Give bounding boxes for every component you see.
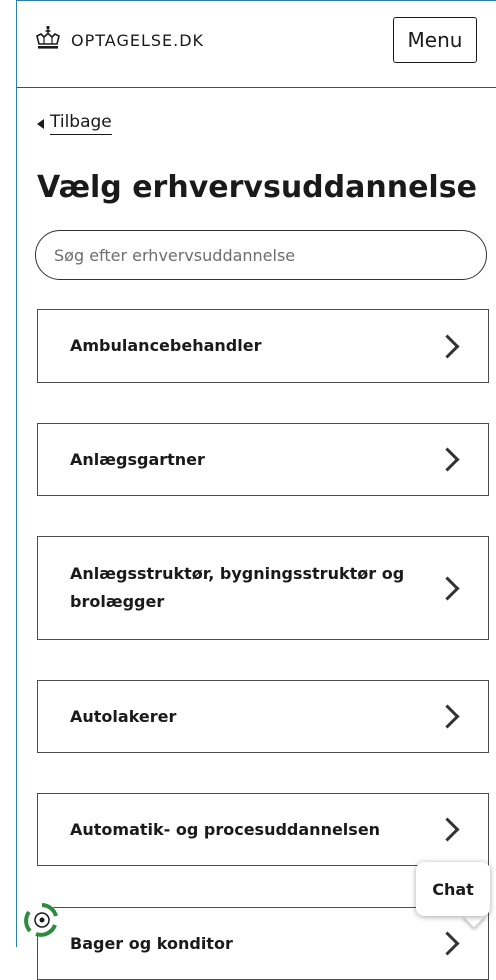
back-link-label: Tilbage [50, 112, 112, 135]
site-logo-link[interactable]: OPTAGELSE.DK [35, 25, 204, 55]
back-link[interactable]: Tilbage [37, 112, 112, 135]
logo-text: OPTAGELSE.DK [71, 30, 205, 50]
chevron-right-icon [435, 333, 460, 359]
recycle-icon[interactable] [22, 900, 62, 940]
chevron-right-icon [435, 447, 460, 472]
frame-border-left [16, 0, 17, 947]
list-item-anlaegsgartner[interactable]: Anlægsgartner [37, 423, 489, 496]
list-item-bager[interactable]: Bager og konditor [37, 907, 489, 980]
page-title: Vælg erhvervsuddannelse [37, 170, 477, 205]
back-arrow-icon [37, 118, 44, 129]
list-item-label: Bager og konditor [70, 933, 233, 953]
site-header: OPTAGELSE.DK Menu [17, 1, 496, 88]
chevron-right-icon [435, 817, 460, 842]
list-item-label: Autolakerer [70, 706, 177, 726]
menu-button[interactable]: Menu [393, 17, 477, 63]
chevron-right-icon [435, 931, 460, 956]
list-item-label: Automatik- og procesuddannelsen [70, 819, 381, 839]
crown-icon [35, 25, 61, 55]
list-item-label: Anlægsstruktør, bygningsstruktør og brol… [70, 564, 405, 611]
list-item-anlaegsstruktoer[interactable]: Anlægsstruktør, bygningsstruktør og brol… [37, 536, 489, 640]
search-input[interactable]: Søg efter erhvervsuddannelse [35, 230, 487, 280]
list-item-label: Anlægsgartner [70, 449, 205, 469]
chevron-right-icon [435, 704, 460, 729]
list-item-ambulancebehandler[interactable]: Ambulancebehandler [37, 309, 489, 383]
list-item-label: Ambulancebehandler [70, 336, 262, 355]
list-item-automatik[interactable]: Automatik- og procesuddannelsen [37, 793, 489, 866]
chevron-right-icon [435, 575, 460, 601]
chat-button[interactable]: Chat [416, 862, 490, 916]
list-item-autolakerer[interactable]: Autolakerer [37, 680, 489, 753]
